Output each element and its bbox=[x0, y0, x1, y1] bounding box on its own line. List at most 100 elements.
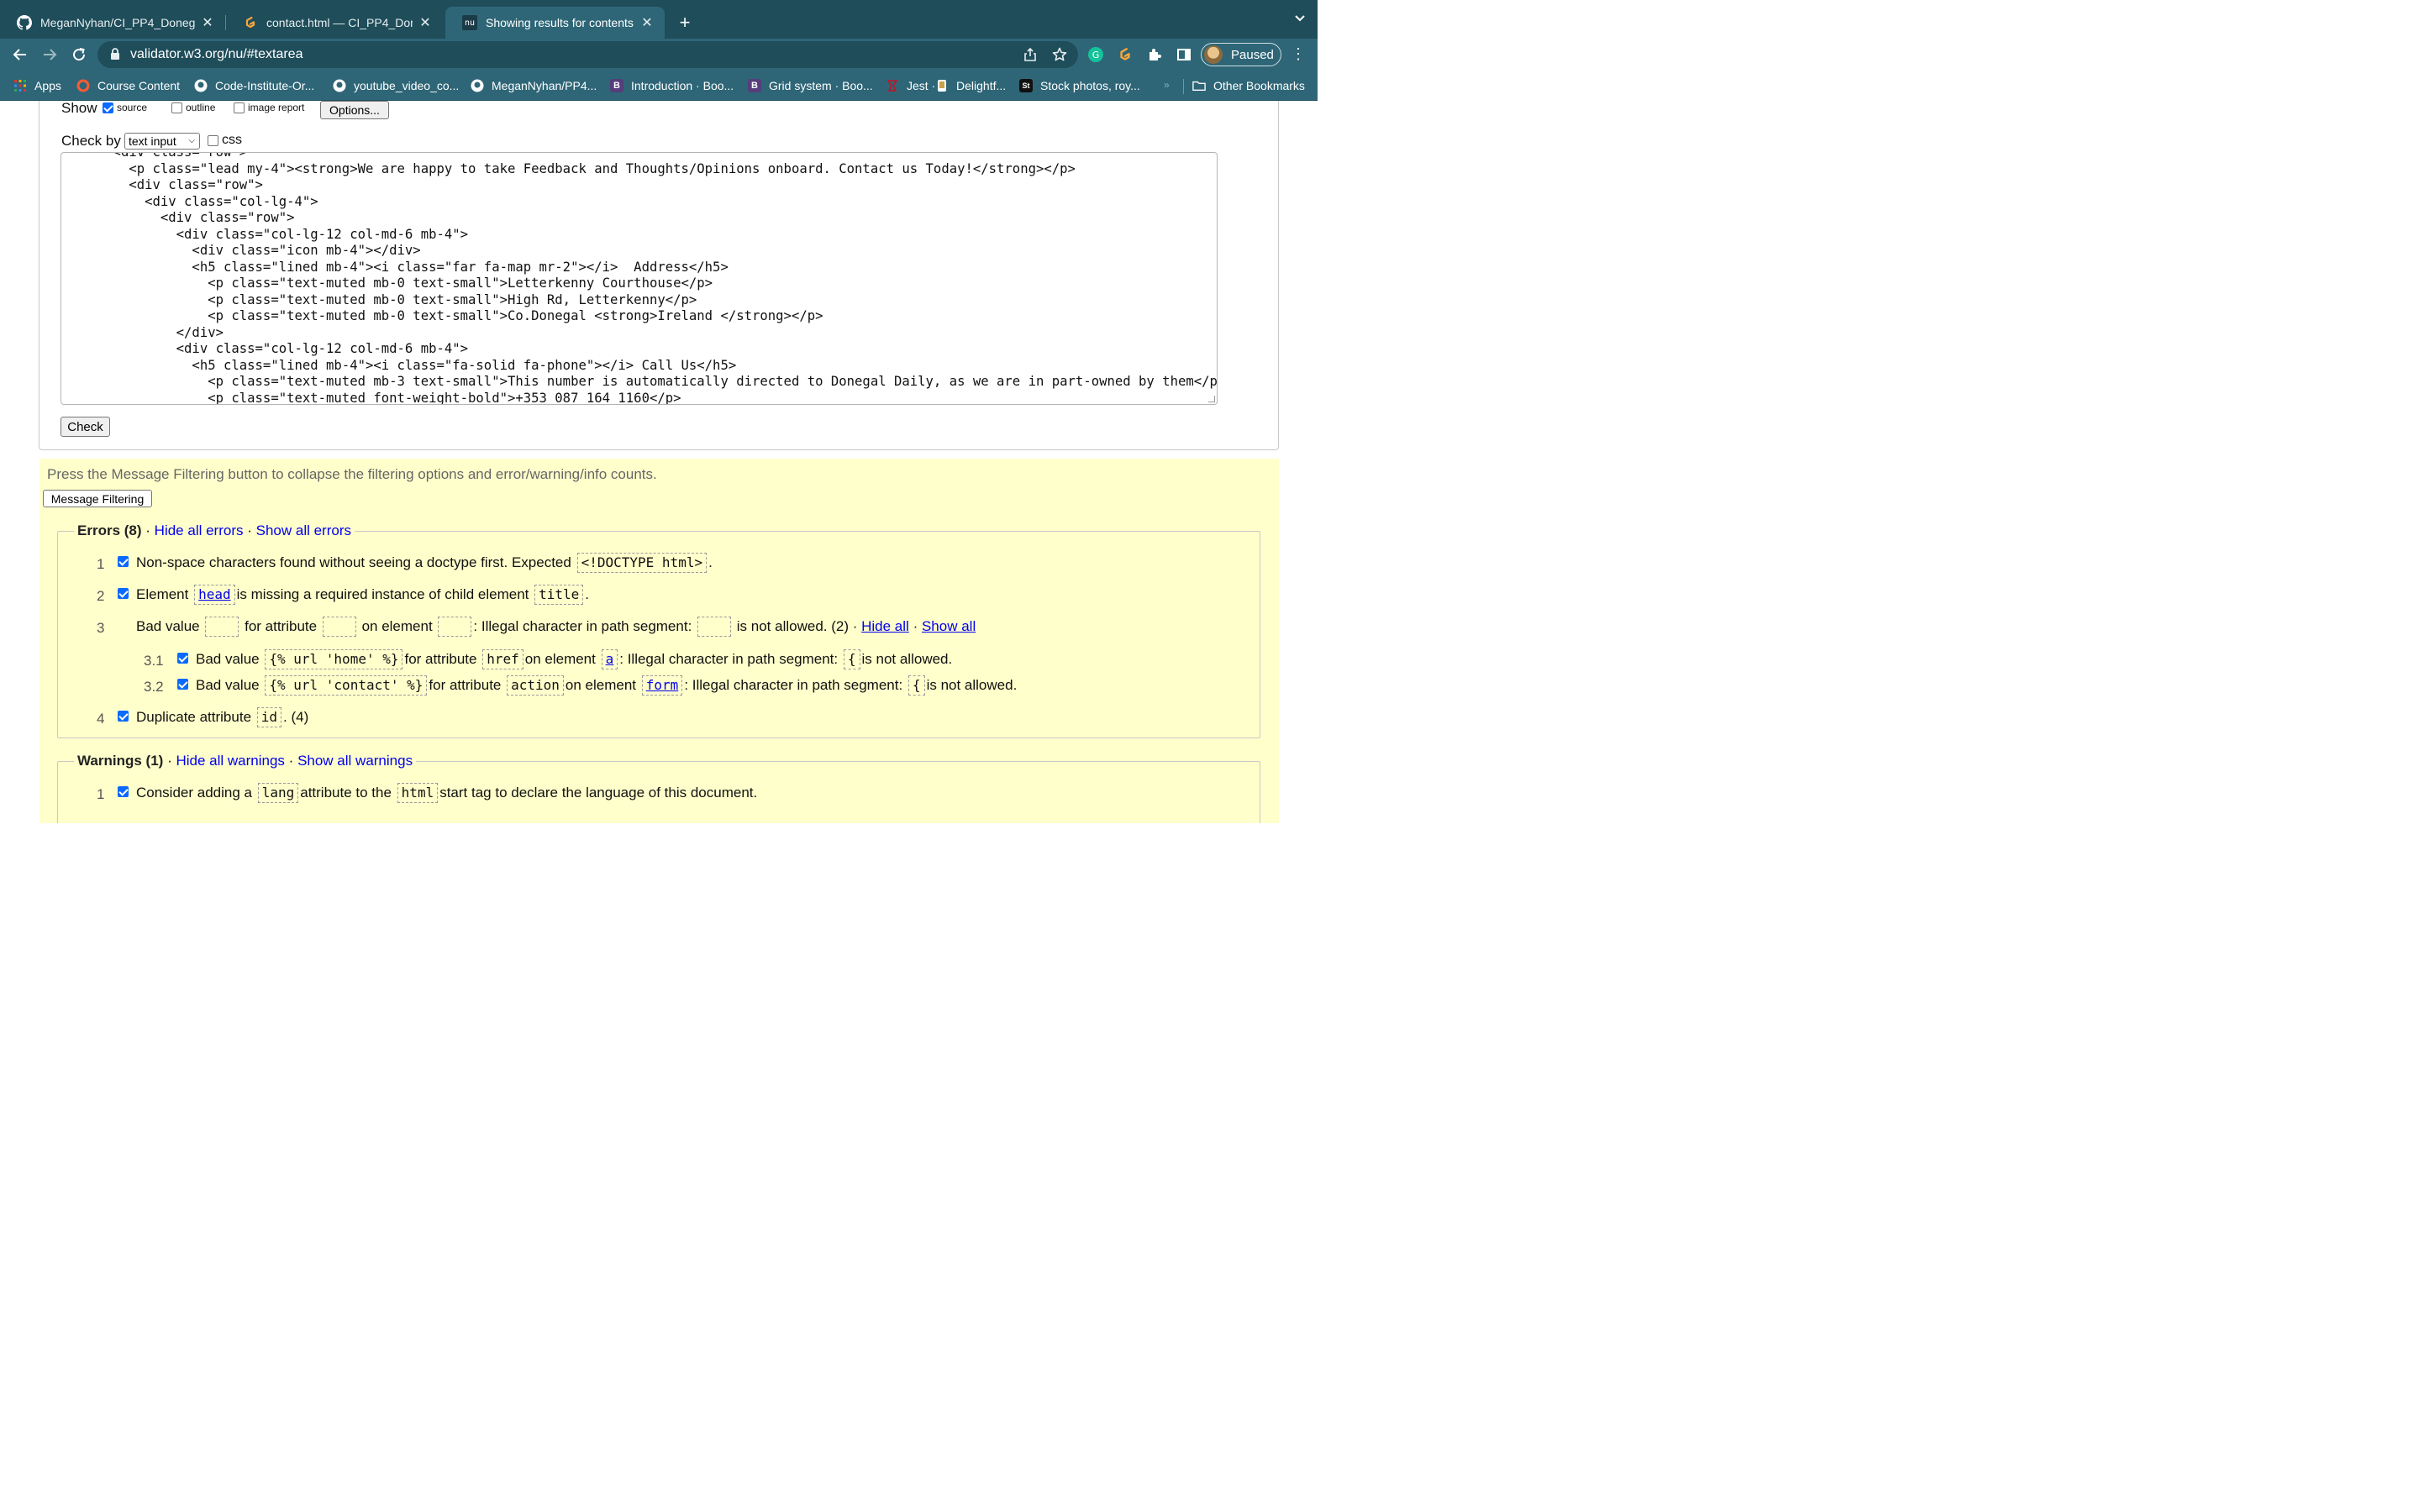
extensions-puzzle-icon[interactable] bbox=[1146, 46, 1163, 63]
option-source[interactable]: source bbox=[103, 102, 147, 113]
check-by-label: Check by bbox=[61, 133, 121, 149]
results-area: Press the Message Filtering button to co… bbox=[39, 459, 1279, 823]
message-text: Duplicate attribute bbox=[136, 709, 252, 725]
bookmark-label: Jest · bbox=[907, 79, 936, 92]
code-token: { bbox=[908, 675, 925, 696]
message-filtering-button[interactable]: Message Filtering bbox=[43, 490, 152, 507]
tab-github[interactable]: MeganNyhan/CI_PP4_Donegal_ ✕ bbox=[0, 7, 225, 39]
error-checkbox[interactable] bbox=[118, 556, 129, 567]
github-icon bbox=[471, 79, 484, 92]
check-by-value: text input bbox=[129, 134, 176, 148]
error-number: 1 bbox=[97, 556, 105, 572]
bookmark-apps[interactable]: Apps bbox=[13, 77, 61, 94]
error-message-4: Duplicate attribute id . (4) bbox=[136, 707, 308, 727]
code-token: href bbox=[482, 649, 523, 669]
bookmark-stock-photos[interactable]: St Stock photos, roy... bbox=[1019, 77, 1140, 94]
error-message-3: Bad value for attribute on element : Ill… bbox=[136, 617, 976, 637]
a-element-link[interactable]: a bbox=[601, 649, 618, 669]
resize-handle[interactable] bbox=[1208, 396, 1215, 402]
bookmark-jest[interactable]: Jest · bbox=[886, 77, 935, 94]
tab-gitpod[interactable]: contact.html — CI_PP4_Doneg ✕ bbox=[226, 7, 443, 39]
message-text: Consider adding a bbox=[136, 785, 252, 801]
bookmark-other[interactable]: Other Bookmarks bbox=[1192, 77, 1305, 94]
option-outline[interactable]: outline bbox=[171, 102, 215, 113]
tab-strip: MeganNyhan/CI_PP4_Donegal_ ✕ contact.htm… bbox=[0, 0, 1318, 39]
option-image-report[interactable]: image report bbox=[234, 102, 304, 113]
errors-heading: Errors (8) bbox=[77, 522, 142, 538]
code-token: title bbox=[534, 585, 584, 605]
gitpod-icon[interactable] bbox=[1117, 46, 1134, 63]
error-checkbox[interactable] bbox=[177, 653, 188, 664]
warning-message-1: Consider adding a lang attribute to the … bbox=[136, 783, 757, 803]
message-text: is not allowed. bbox=[861, 651, 953, 667]
source-textarea[interactable]: <div class="row"> <p class="lead my-4"><… bbox=[60, 152, 1218, 405]
head-element-link[interactable]: head bbox=[194, 585, 235, 605]
css-checkbox[interactable] bbox=[208, 134, 218, 146]
svg-text:G: G bbox=[1092, 50, 1100, 60]
bookmark-megannyhan-pp4[interactable]: MeganNyhan/PP4... bbox=[471, 77, 597, 94]
code-line: <div class="icon mb-4"></div> bbox=[82, 243, 421, 258]
code-content[interactable]: <div class="row"> <p class="lead my-4"><… bbox=[82, 152, 1218, 404]
code-line: <p class="text-muted mb-3 text-small">Th… bbox=[82, 374, 1218, 389]
error-checkbox[interactable] bbox=[177, 679, 188, 690]
lock-icon[interactable] bbox=[110, 48, 120, 65]
code-line: <div class="col-lg-12 col-md-6 mb-4"> bbox=[82, 226, 469, 242]
hide-all-errors-link[interactable]: Hide all errors bbox=[155, 522, 244, 538]
close-icon[interactable]: ✕ bbox=[200, 14, 215, 31]
form-element-link[interactable]: form bbox=[641, 675, 683, 696]
check-by-select[interactable]: text input ⌵ bbox=[124, 133, 200, 150]
warning-checkbox[interactable] bbox=[118, 786, 129, 797]
code-token: {% url 'home' %} bbox=[265, 649, 403, 669]
bookmark-bootstrap-intro[interactable]: B Introduction · Boo... bbox=[610, 77, 734, 94]
close-icon[interactable]: ✕ bbox=[418, 14, 433, 31]
message-text: for attribute bbox=[429, 677, 502, 693]
options-button[interactable]: Options... bbox=[320, 101, 389, 119]
bookmarks-bar: Apps Course Content Code-Institute-Or...… bbox=[0, 71, 1318, 101]
hide-all-link[interactable]: Hide all bbox=[861, 618, 909, 635]
profile-button[interactable]: Paused bbox=[1201, 43, 1281, 66]
bookmark-delightful[interactable]: Delightf... bbox=[935, 77, 1006, 94]
side-panel-icon[interactable] bbox=[1176, 46, 1192, 63]
grammarly-icon[interactable]: G bbox=[1087, 46, 1104, 63]
error-message-3-1: Bad value {% url 'home' %} for attribute… bbox=[196, 649, 952, 669]
star-icon[interactable] bbox=[1052, 47, 1067, 62]
filtering-hint: Press the Message Filtering button to co… bbox=[47, 466, 657, 482]
reload-button[interactable] bbox=[68, 44, 90, 66]
error-checkbox[interactable] bbox=[118, 711, 129, 722]
outline-checkbox[interactable] bbox=[171, 102, 182, 113]
error-checkbox[interactable] bbox=[118, 588, 129, 599]
check-button[interactable]: Check bbox=[60, 417, 110, 437]
show-all-link[interactable]: Show all bbox=[922, 618, 976, 635]
profile-label: Paused bbox=[1231, 47, 1274, 62]
bookmark-course-content[interactable]: Course Content bbox=[76, 77, 180, 94]
new-tab-button[interactable]: + bbox=[675, 12, 695, 34]
chevron-down-icon[interactable] bbox=[1294, 12, 1306, 26]
hide-all-warnings-link[interactable]: Hide all warnings bbox=[176, 753, 284, 769]
chevron-down-icon: ⌵ bbox=[188, 136, 195, 145]
css-label: css bbox=[222, 133, 242, 147]
bookmark-youtube-video[interactable]: youtube_video_co... bbox=[333, 77, 459, 94]
code-line: <div class="row"> bbox=[82, 152, 248, 160]
bookmark-bootstrap-grid[interactable]: B Grid system · Boo... bbox=[748, 77, 873, 94]
show-all-errors-link[interactable]: Show all errors bbox=[256, 522, 351, 538]
option-css[interactable]: css bbox=[208, 133, 242, 148]
back-button[interactable] bbox=[9, 44, 31, 66]
url-text[interactable]: validator.w3.org/nu/#textarea bbox=[130, 47, 302, 62]
forward-button[interactable] bbox=[39, 44, 60, 66]
message-text: on element bbox=[565, 677, 637, 693]
separator: · bbox=[288, 753, 294, 769]
image-report-checkbox[interactable] bbox=[234, 102, 245, 113]
tab-validator[interactable]: nu Showing results for contents o ✕ bbox=[445, 7, 665, 39]
show-all-warnings-link[interactable]: Show all warnings bbox=[297, 753, 413, 769]
close-icon[interactable]: ✕ bbox=[639, 14, 655, 31]
bookmark-label: Other Bookmarks bbox=[1213, 79, 1305, 92]
nu-validator-icon: nu bbox=[462, 15, 477, 30]
address-bar[interactable]: validator.w3.org/nu/#textarea bbox=[97, 41, 1078, 68]
bookmark-code-institute[interactable]: Code-Institute-Or... bbox=[194, 77, 314, 94]
blank-token bbox=[697, 617, 732, 637]
jest-icon bbox=[886, 79, 899, 92]
source-checkbox[interactable] bbox=[103, 102, 113, 113]
share-icon[interactable] bbox=[1023, 47, 1038, 62]
more-bookmarks-button[interactable]: » bbox=[1164, 79, 1170, 91]
kebab-menu-icon[interactable]: ⋮ bbox=[1291, 46, 1306, 61]
